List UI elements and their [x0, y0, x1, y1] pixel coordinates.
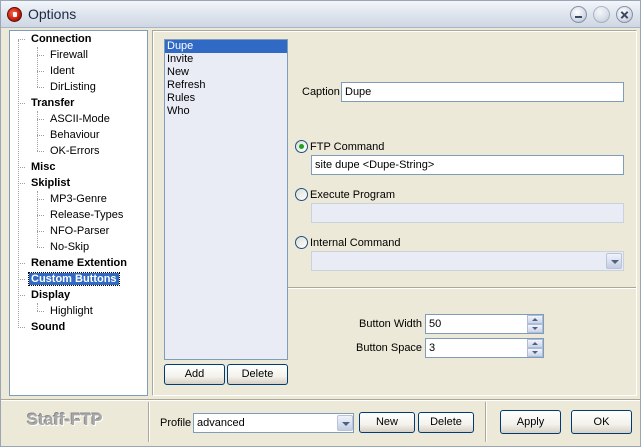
execute-program-field[interactable]	[311, 203, 624, 223]
tree-item-display[interactable]: Display	[31, 288, 70, 303]
tree-item-rename-extention[interactable]: Rename Extention	[31, 256, 127, 271]
brand-logo: Staff-FTP	[27, 410, 103, 429]
tree-item-mp3-genre[interactable]: MP3-Genre	[50, 192, 107, 207]
new-profile-button[interactable]: New	[359, 412, 415, 433]
add-button[interactable]: Add	[164, 364, 225, 385]
button-width-label: Button Width	[359, 318, 422, 330]
ftp-command-field[interactable]: site dupe <Dupe-String>	[311, 155, 624, 175]
footer-divider	[148, 402, 150, 442]
tree-item-release-types[interactable]: Release-Types	[50, 208, 123, 223]
options-tree[interactable]: Connection Firewall Ident DirListing Tra…	[9, 30, 148, 396]
tree-item-misc[interactable]: Misc	[31, 160, 55, 175]
tree-item-ident[interactable]: Ident	[50, 64, 74, 79]
tree-item-ok-errors[interactable]: OK-Errors	[50, 144, 100, 159]
apply-button[interactable]: Apply	[500, 410, 561, 434]
tree-item-no-skip[interactable]: No-Skip	[50, 240, 89, 255]
ok-button[interactable]: OK	[571, 410, 632, 434]
footer-separator	[1, 399, 640, 401]
button-space-spinner[interactable]	[527, 339, 543, 357]
options-window: Options Connection Firewall Ident DirLis…	[0, 0, 641, 447]
chevron-down-icon[interactable]	[606, 253, 622, 269]
app-icon	[7, 7, 22, 22]
list-item[interactable]: Rules	[165, 92, 287, 105]
delete-list-button[interactable]: Delete	[227, 364, 288, 385]
tree-item-ascii-mode[interactable]: ASCII-Mode	[50, 112, 110, 127]
list-item[interactable]: Who	[165, 105, 287, 118]
profile-select[interactable]: advanced	[193, 413, 354, 433]
tree-item-custom-buttons[interactable]: Custom Buttons	[28, 272, 120, 287]
list-item[interactable]: Refresh	[165, 79, 287, 92]
custom-buttons-list[interactable]: Dupe Invite New Refresh Rules Who	[164, 39, 288, 360]
profile-label: Profile	[160, 417, 192, 429]
list-item[interactable]: Invite	[165, 53, 287, 66]
list-item[interactable]: New	[165, 66, 287, 79]
chevron-down-icon[interactable]	[337, 415, 353, 431]
tree-item-dirlisting[interactable]: DirListing	[50, 80, 96, 95]
internal-command-radio[interactable]	[295, 236, 308, 249]
tree-item-transfer[interactable]: Transfer	[31, 96, 74, 111]
button-space-label: Button Space	[356, 342, 423, 354]
execute-program-label: Execute Program	[310, 189, 395, 201]
list-item[interactable]: Dupe	[165, 40, 287, 53]
tree-item-skiplist[interactable]: Skiplist	[31, 176, 70, 191]
minimize-button[interactable]	[570, 6, 587, 23]
internal-command-label: Internal Command	[310, 237, 401, 249]
footer-divider	[485, 402, 487, 442]
delete-profile-button[interactable]: Delete	[418, 412, 474, 433]
ftp-command-label: FTP Command	[310, 141, 385, 153]
close-button[interactable]	[616, 6, 633, 23]
ftp-command-radio[interactable]	[295, 140, 308, 153]
maximize-button[interactable]	[593, 6, 610, 23]
window-title: Options	[28, 6, 77, 22]
internal-command-select[interactable]	[311, 251, 624, 271]
caption-label: Caption	[302, 86, 340, 98]
execute-program-radio[interactable]	[295, 188, 308, 201]
tree-item-nfo-parser[interactable]: NFO-Parser	[50, 224, 109, 239]
caption-field[interactable]: Dupe	[341, 82, 624, 102]
tree-item-highlight[interactable]: Highlight	[50, 304, 93, 319]
tree-item-sound[interactable]: Sound	[31, 320, 65, 335]
button-width-spinner[interactable]	[527, 315, 543, 333]
title-bar[interactable]: Options	[1, 1, 640, 28]
section-divider	[288, 287, 636, 289]
tree-item-firewall[interactable]: Firewall	[50, 48, 88, 63]
tree-item-connection[interactable]: Connection	[31, 32, 92, 47]
tree-item-behaviour[interactable]: Behaviour	[50, 128, 100, 143]
